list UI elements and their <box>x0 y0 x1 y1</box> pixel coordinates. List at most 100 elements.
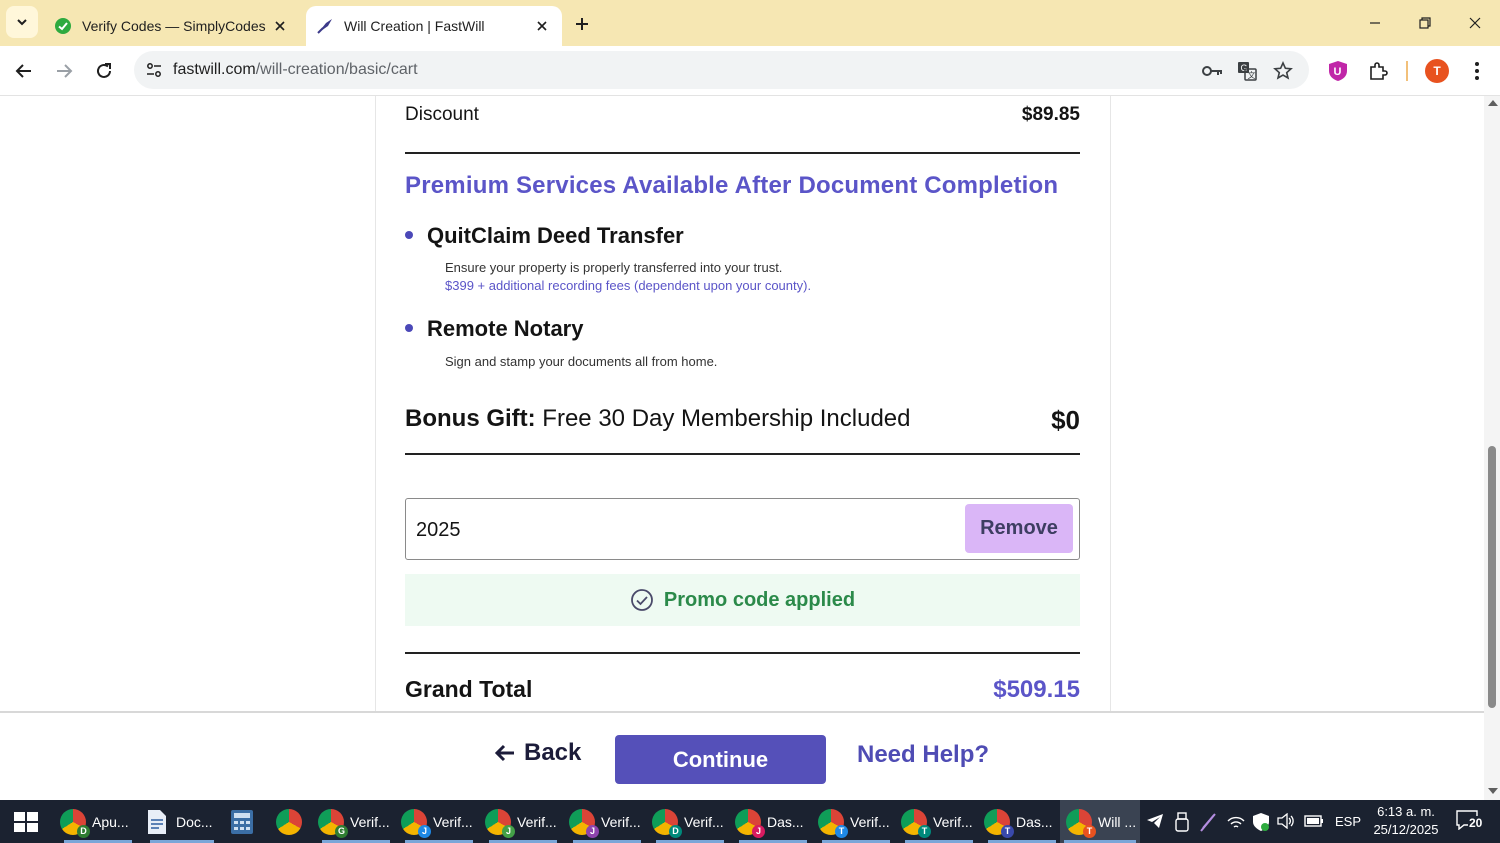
taskbar-item-chrome-verif-j1[interactable]: J Verif... <box>401 800 477 843</box>
usb-device-icon[interactable] <box>1175 812 1189 832</box>
taskbar-label: Apu... <box>92 813 129 830</box>
chevron-down-icon <box>17 19 27 26</box>
promo-code-field[interactable]: 2025 Remove <box>405 498 1080 560</box>
divider <box>405 652 1080 654</box>
service-description: Ensure your property is properly transfe… <box>445 260 783 275</box>
back-nav-button[interactable] <box>8 55 40 87</box>
taskbar-item-chrome[interactable] <box>276 800 308 843</box>
taskbar-label: Verif... <box>850 813 890 830</box>
pen-feather-icon[interactable] <box>1199 812 1217 832</box>
taskbar-label: Das... <box>767 813 804 830</box>
scroll-down-icon[interactable] <box>1488 788 1498 794</box>
tab-search-button[interactable] <box>6 6 38 38</box>
forward-nav-button[interactable] <box>48 55 80 87</box>
minimize-button[interactable] <box>1352 6 1398 40</box>
chrome-icon: D <box>60 808 90 838</box>
taskbar-label: Doc... <box>176 813 213 830</box>
language-indicator[interactable]: ESP <box>1335 800 1361 843</box>
taskbar-item-docs[interactable]: Doc... <box>146 800 218 843</box>
profile-badge: J <box>752 824 765 838</box>
chrome-icon: G <box>318 808 348 838</box>
scroll-thumb[interactable] <box>1488 446 1496 708</box>
taskbar-label: Verif... <box>517 813 557 830</box>
reload-icon <box>97 63 111 78</box>
taskbar-item-chrome-will-active[interactable]: T Will ... <box>1060 800 1140 843</box>
need-help-link[interactable]: Need Help? <box>857 741 989 769</box>
taskbar-label: Verif... <box>433 813 473 830</box>
remove-promo-button[interactable]: Remove <box>965 504 1073 553</box>
extension-ublock-button[interactable]: U <box>1322 55 1354 87</box>
taskbar-item-chrome-verif-d[interactable]: D Verif... <box>652 800 728 843</box>
close-tab-icon[interactable] <box>530 14 554 38</box>
shield-security-icon[interactable] <box>1252 812 1270 832</box>
grand-total-amount: $509.15 <box>993 676 1080 703</box>
notification-count: 20 <box>1468 816 1484 830</box>
tab-title: Verify Codes — SimplyCodes <box>82 18 266 34</box>
taskbar-label: Verif... <box>350 813 390 830</box>
address-bar[interactable]: fastwill.com/will-creation/basic/cart G文 <box>134 51 1309 89</box>
promo-applied-banner: Promo code applied <box>405 574 1080 626</box>
volume-icon[interactable] <box>1277 813 1295 829</box>
profile-avatar[interactable]: T <box>1425 59 1449 83</box>
bookmark-button[interactable] <box>1272 60 1294 82</box>
windows-start-icon[interactable] <box>14 812 38 832</box>
divider <box>405 453 1080 455</box>
tab-simplycodes[interactable]: Verify Codes — SimplyCodes <box>44 6 300 46</box>
back-label: Back <box>524 739 582 766</box>
windows-taskbar: D Apu... Doc... G Verif... J Verif... J … <box>0 800 1500 843</box>
taskbar-item-chrome-apu[interactable]: D Apu... <box>60 800 136 843</box>
back-button[interactable]: Back <box>494 739 581 767</box>
notification-center-button[interactable]: 20 <box>1456 810 1484 834</box>
translate-button[interactable]: G文 <box>1236 60 1258 82</box>
scroll-up-icon[interactable] <box>1488 100 1498 106</box>
tab-fastwill[interactable]: Will Creation | FastWill <box>306 6 562 46</box>
telegram-icon[interactable] <box>1146 813 1164 829</box>
clock-time: 6:13 a. m. <box>1377 804 1435 819</box>
site-info-button[interactable] <box>140 56 168 84</box>
page-scrollbar[interactable] <box>1484 96 1500 800</box>
check-circle-icon <box>631 589 653 611</box>
wifi-icon[interactable] <box>1227 813 1245 829</box>
password-key-button[interactable] <box>1201 60 1223 82</box>
taskbar-item-chrome-verif-j3[interactable]: J Verif... <box>569 800 645 843</box>
close-icon <box>1469 17 1481 29</box>
taskbar-clock[interactable]: 6:13 a. m. 25/12/2025 <box>1366 803 1446 839</box>
bonus-label: Bonus Gift: Free 30 Day Membership Inclu… <box>405 405 911 436</box>
taskbar-item-chrome-verif-t1[interactable]: T Verif... <box>818 800 894 843</box>
arrow-right-icon <box>57 64 73 78</box>
service-name: QuitClaim Deed Transfer <box>427 223 684 248</box>
taskbar-item-chrome-das-t[interactable]: T Das... <box>984 800 1060 843</box>
taskbar-item-chrome-das-j[interactable]: J Das... <box>735 800 811 843</box>
chrome-icon: D <box>652 808 682 838</box>
key-icon <box>1202 66 1222 76</box>
svg-text:G: G <box>1241 63 1248 73</box>
toolbar-separator <box>1406 61 1408 81</box>
profile-badge: D <box>669 824 682 838</box>
chrome-icon: T <box>984 808 1014 838</box>
battery-icon[interactable] <box>1304 814 1324 828</box>
service-name: Remote Notary <box>427 316 584 341</box>
promo-status-text: Promo code applied <box>663 588 856 611</box>
taskbar-item-calculator[interactable] <box>230 800 262 843</box>
tune-icon <box>147 63 161 77</box>
continue-button[interactable]: Continue <box>615 735 826 784</box>
url-path: /will-creation/basic/cart <box>255 61 418 78</box>
puzzle-icon <box>1370 62 1388 80</box>
close-tab-icon[interactable] <box>268 14 292 38</box>
bonus-label-bold: Bonus Gift: <box>405 405 536 432</box>
chrome-menu-button[interactable] <box>1461 55 1493 87</box>
restore-button[interactable] <box>1402 6 1448 40</box>
reload-button[interactable] <box>88 55 120 87</box>
chrome-icon: T <box>901 808 931 838</box>
taskbar-item-chrome-verif-g[interactable]: G Verif... <box>318 800 394 843</box>
taskbar-item-chrome-verif-j2[interactable]: J Verif... <box>485 800 561 843</box>
chrome-icon <box>276 808 302 835</box>
extensions-button[interactable] <box>1362 55 1394 87</box>
plus-icon <box>576 18 588 30</box>
bonus-amount: $0 <box>1051 405 1080 435</box>
close-window-button[interactable] <box>1452 6 1498 40</box>
new-tab-button[interactable] <box>568 10 596 38</box>
promo-code-value[interactable]: 2025 <box>416 519 461 542</box>
taskbar-item-chrome-verif-t2[interactable]: T Verif... <box>901 800 977 843</box>
premium-services-heading: Premium Services Available After Documen… <box>405 172 1059 199</box>
